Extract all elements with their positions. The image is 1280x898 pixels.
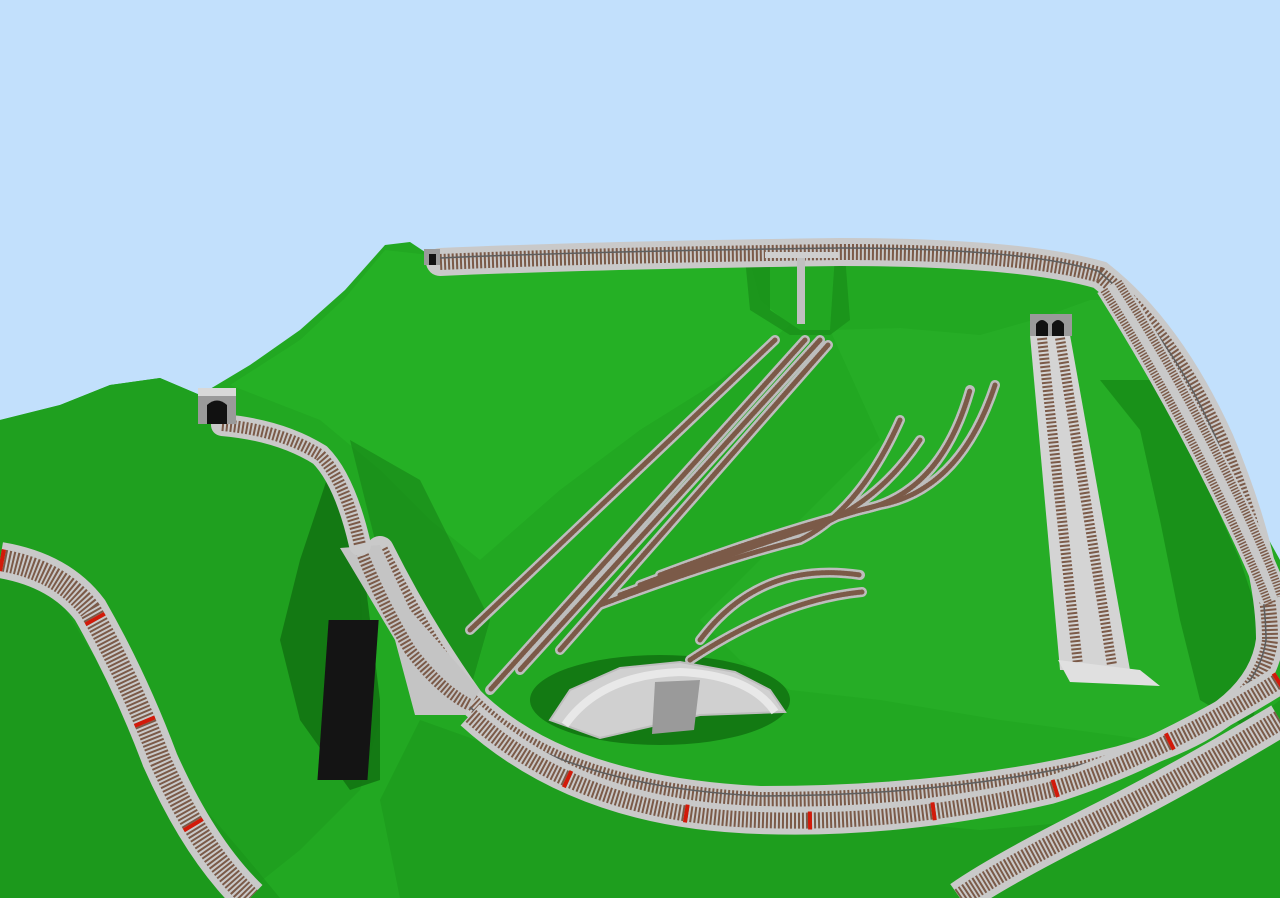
layout-3d-viewport[interactable] bbox=[0, 0, 1280, 898]
layout-3d-scene[interactable] bbox=[0, 0, 1280, 898]
tunnel-portal-back[interactable] bbox=[424, 249, 440, 265]
tunnel-portal-left[interactable] bbox=[198, 388, 236, 424]
turntable-bridge bbox=[652, 680, 700, 734]
tunnel-portal-right-double[interactable] bbox=[1030, 314, 1072, 336]
